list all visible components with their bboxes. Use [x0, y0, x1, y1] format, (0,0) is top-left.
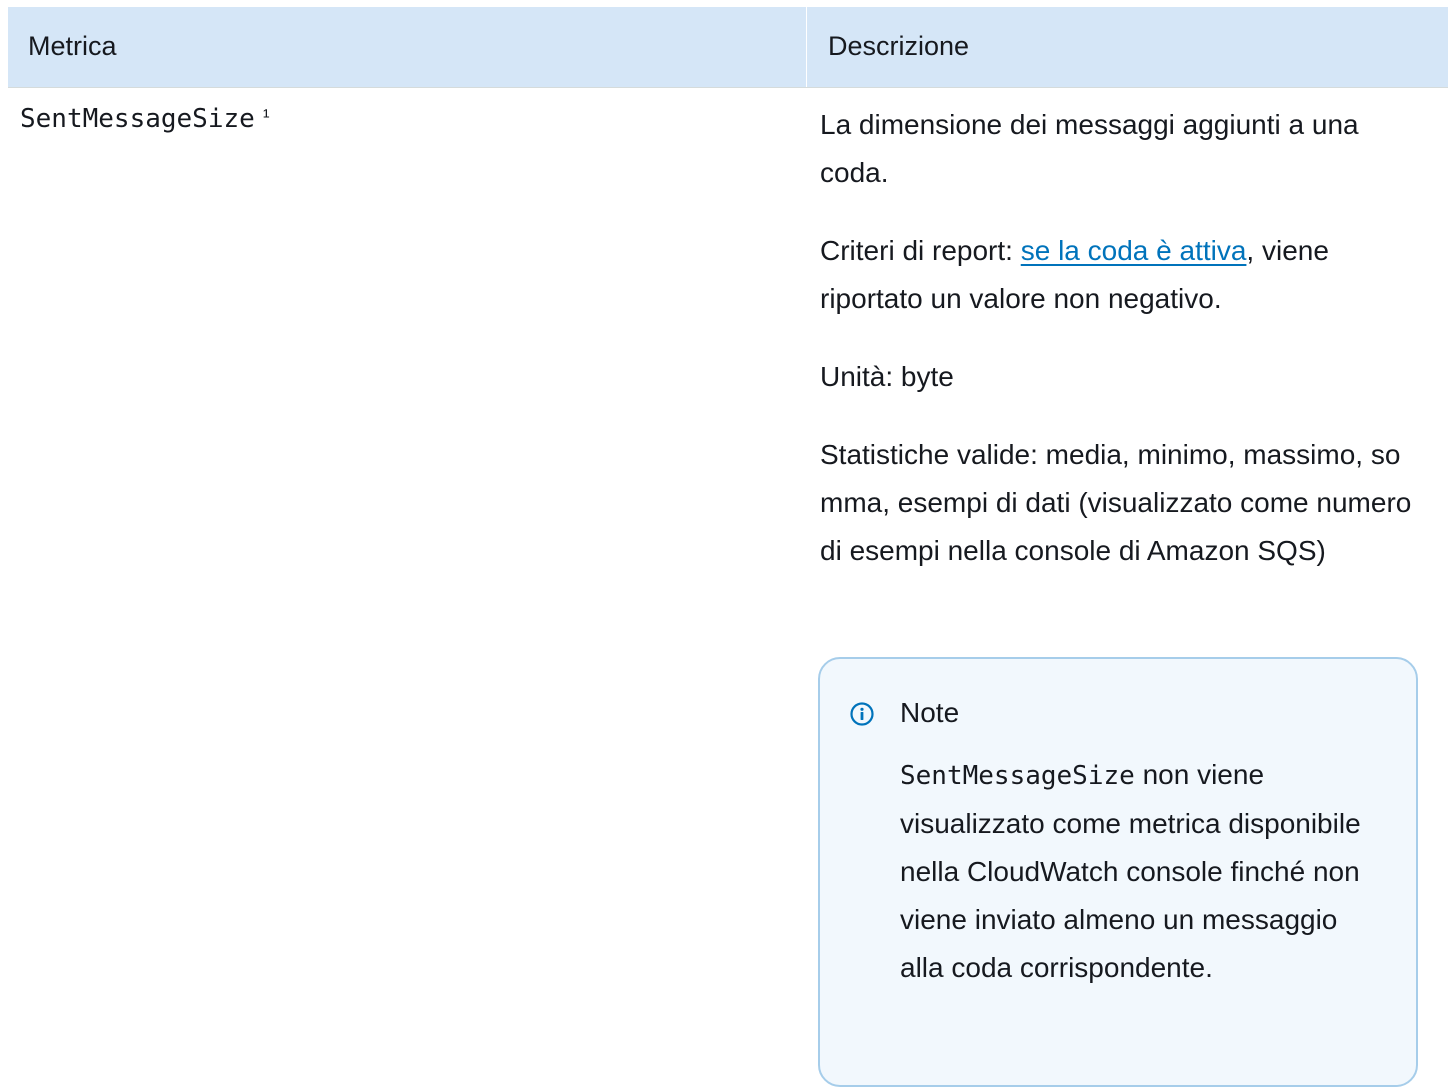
metric-name: SentMessageSize: [20, 104, 255, 134]
note-title: Note: [900, 697, 960, 728]
metric-name-cell: SentMessageSize ¹: [20, 104, 269, 134]
description-units: Unità: byte: [820, 361, 954, 392]
note-text: non viene visualizzato come metrica disp…: [900, 759, 1361, 983]
criteria-prefix: Criteri di report:: [820, 235, 1021, 266]
header-description: Descrizione: [828, 31, 970, 61]
description-cell: La dimensione dei messaggi aggiunti a un…: [820, 101, 1420, 605]
info-icon: [850, 702, 874, 726]
note-code: SentMessageSize: [900, 761, 1135, 791]
description-statistics: Statistiche valide: media, minimo, massi…: [820, 439, 1412, 566]
description-criteria: Criteri di report: se la coda è attiva, …: [820, 227, 1420, 323]
table-header-row: Metrica Descrizione: [8, 7, 1448, 87]
header-metric: Metrica: [28, 31, 117, 61]
description-summary: La dimensione dei messaggi aggiunti a un…: [820, 109, 1359, 188]
metric-footnote: ¹: [262, 106, 270, 128]
row-divider: [8, 87, 1448, 88]
header-column-divider: [806, 7, 807, 87]
note-box: Note SentMessageSize non viene visualizz…: [818, 657, 1418, 1087]
active-queue-link[interactable]: se la coda è attiva: [1021, 235, 1247, 266]
note-body: SentMessageSize non viene visualizzato c…: [900, 751, 1380, 992]
